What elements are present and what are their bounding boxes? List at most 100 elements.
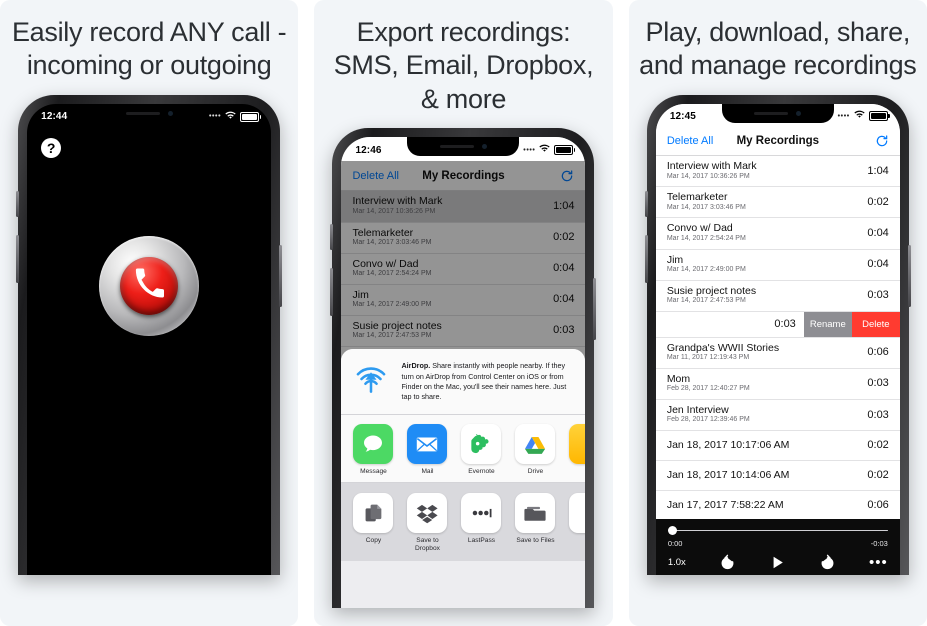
action-label: Copy — [365, 537, 382, 545]
remaining-time: -0:03 — [870, 538, 888, 548]
recordings-list-3[interactable]: Interview with Mark Mar 14, 2017 10:36:26… — [655, 156, 900, 519]
action-save-files[interactable]: Save to Files — [515, 493, 556, 553]
table-row[interactable]: Telemarketer Mar 14, 2017 3:03:46 PM 0:02 — [655, 187, 900, 219]
panel-headline-2: Export recordings: SMS, Email, Dropbox, … — [333, 17, 594, 114]
row-duration: 0:03 — [867, 377, 889, 390]
row-subtitle: Feb 28, 2017 12:40:27 PM — [666, 385, 750, 393]
page-title-3: My Recordings — [736, 134, 820, 147]
row-subtitle: Mar 11, 2017 12:19:43 PM — [666, 354, 750, 362]
table-row[interactable]: Jan 18, 2017 10:17:06 AM 0:02 — [655, 431, 900, 462]
playback-speed-button[interactable]: 1.0x — [668, 557, 686, 568]
status-time-2: 12:46 — [355, 144, 382, 156]
phone-frame-3: 12:45 •••• Delete All My Recordings Inte… — [644, 94, 911, 575]
lastpass-icon — [461, 493, 502, 534]
row-subtitle: Mar 14, 2017 2:54:24 PM — [666, 234, 746, 242]
row-title: Jim — [666, 253, 684, 266]
table-row[interactable]: Mom Feb 28, 2017 12:40:27 PM 0:03 — [655, 369, 900, 401]
front-camera-icon — [796, 110, 802, 116]
delete-all-button-3[interactable]: Delete All — [667, 135, 713, 147]
share-target-label: Drive — [527, 468, 544, 476]
row-duration: 0:03 — [867, 289, 889, 302]
nav-bar-3: Delete All My Recordings — [655, 126, 900, 157]
row-title: Susie project notes — [666, 284, 757, 297]
action-lastpass[interactable]: LastPass — [461, 493, 502, 553]
record-button-center — [120, 256, 179, 315]
row-subtitle: Feb 28, 2017 12:39:46 PM — [666, 416, 750, 424]
playback-times: 0:00 -0:03 — [668, 539, 888, 548]
table-row[interactable]: Grandpa's WWII Stories Mar 11, 2017 12:19… — [655, 338, 900, 369]
table-row-swiped[interactable]: 0:03 Rename Delete — [655, 311, 900, 338]
row-duration: 1:04 — [867, 164, 889, 177]
signal-dots-icon: •••• — [208, 113, 222, 121]
phone-frame-1: 12:44 •••• ? — [16, 94, 283, 575]
skip-forward-15-icon[interactable]: 15 — [819, 554, 836, 571]
share-target-message[interactable]: Message — [353, 424, 394, 476]
power-button-2[interactable] — [593, 278, 597, 341]
row-subtitle: Mar 14, 2017 3:03:46 PM — [666, 203, 746, 211]
share-target-evernote[interactable]: Evernote — [461, 424, 502, 476]
row-duration: 0:02 — [867, 195, 889, 208]
table-row[interactable]: Susie project notes Mar 14, 2017 2:47:53 … — [655, 281, 900, 312]
messages-icon — [353, 424, 394, 465]
row-title: Jen Interview — [666, 404, 729, 417]
row-duration: 0:04 — [867, 258, 889, 271]
refresh-icon[interactable] — [875, 134, 889, 148]
action-save-dropbox[interactable]: Save to Dropbox — [407, 493, 448, 553]
table-row[interactable]: Jan 18, 2017 10:14:06 AM 0:02 — [655, 461, 900, 492]
app-store-screenshot-strip: Easily record ANY call - incoming or out… — [0, 0, 927, 626]
earpiece-speaker-icon — [754, 111, 789, 115]
more-dots-icon[interactable]: ••• — [869, 555, 888, 570]
panel-record: Easily record ANY call - incoming or out… — [0, 0, 299, 626]
share-target-label: Mail — [421, 468, 434, 476]
row-title: Grandpa's WWII Stories — [666, 341, 780, 354]
skip-back-15-icon[interactable]: 15 — [719, 554, 736, 571]
table-row[interactable]: Convo w/ Dad Mar 14, 2017 2:54:24 PM 0:04 — [655, 218, 900, 250]
panel-headline-3: Play, download, share, and manage record… — [639, 17, 917, 81]
row-duration: 0:03 — [867, 408, 889, 421]
battery-icon — [554, 145, 576, 156]
row-duration: 0:02 — [867, 469, 889, 482]
power-button-1[interactable] — [279, 244, 283, 307]
scrubber-handle[interactable] — [667, 525, 677, 535]
wifi-icon — [854, 110, 865, 122]
table-row[interactable]: Jen Interview Feb 28, 2017 12:39:46 PM 0:… — [655, 400, 900, 432]
share-action-row[interactable]: Copy Save to Dropbox LastPass Save to Fi… — [341, 483, 586, 561]
row-title: Interview with Mark — [666, 160, 757, 173]
row-subtitle: Mar 14, 2017 2:47:53 PM — [666, 297, 746, 305]
action-partial[interactable] — [569, 493, 586, 553]
help-button[interactable]: ? — [41, 137, 62, 158]
row-duration: 0:02 — [867, 439, 889, 452]
table-row[interactable]: Jim Mar 14, 2017 2:49:00 PM 0:04 — [655, 250, 900, 281]
row-title: Convo w/ Dad — [666, 222, 733, 235]
share-target-partial[interactable]: Ad — [569, 424, 586, 476]
action-copy[interactable]: Copy — [353, 493, 394, 553]
evernote-icon — [461, 424, 502, 465]
row-subtitle: Mar 14, 2017 2:49:00 PM — [666, 265, 746, 273]
folder-icon — [515, 493, 556, 534]
svg-text:15: 15 — [725, 562, 731, 568]
airdrop-icon[interactable] — [351, 359, 391, 399]
share-target-drive[interactable]: Drive — [515, 424, 556, 476]
signal-dots-icon: •••• — [523, 146, 536, 154]
play-icon[interactable] — [769, 554, 786, 571]
phone-screen-2: 12:46 •••• Delete All My Recordings Inte… — [341, 137, 586, 609]
table-row[interactable]: Jan 17, 2017 7:58:22 AM 0:06 — [656, 491, 900, 519]
phone-screen-3: 12:45 •••• Delete All My Recordings Inte… — [655, 103, 900, 575]
copy-icon — [353, 493, 394, 534]
delete-button[interactable]: Delete — [851, 311, 900, 337]
signal-dots-icon: •••• — [837, 112, 850, 120]
partial-action-icon — [569, 493, 586, 534]
share-app-row[interactable]: Message Mail Evernote Drive — [341, 415, 586, 484]
row-title: Mom — [666, 372, 691, 385]
table-row[interactable]: Interview with Mark Mar 14, 2017 10:36:26… — [655, 156, 900, 188]
front-camera-icon — [167, 110, 173, 116]
row-title: Jan 18, 2017 10:17:06 AM — [666, 438, 790, 451]
partial-app-icon — [569, 424, 586, 465]
playback-scrubber[interactable] — [667, 525, 888, 535]
notch-2 — [407, 137, 520, 157]
record-call-button[interactable] — [99, 235, 200, 336]
rename-button[interactable]: Rename — [803, 311, 852, 337]
battery-icon — [240, 111, 262, 122]
share-target-mail[interactable]: Mail — [407, 424, 448, 476]
power-button-3[interactable] — [907, 244, 911, 307]
